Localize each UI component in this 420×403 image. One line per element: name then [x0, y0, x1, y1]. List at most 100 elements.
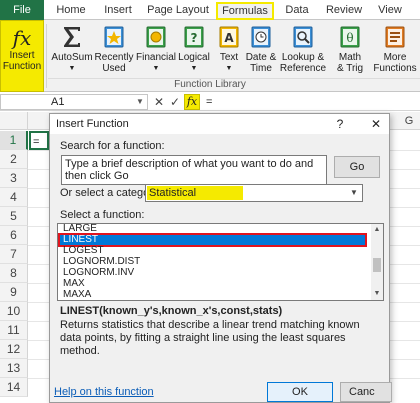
row-header[interactable]: 9: [0, 283, 28, 302]
text-book-icon: A: [219, 26, 239, 48]
chevron-down-icon[interactable]: ▼: [134, 96, 146, 108]
date-time-label-2: Time: [250, 63, 272, 74]
logical-label: Logical: [178, 52, 210, 63]
ribbon-separator: [46, 24, 47, 88]
tab-insert[interactable]: Insert: [98, 2, 138, 20]
list-item[interactable]: LOGNORM.DIST: [60, 257, 365, 267]
insert-function-label-1: Insert: [9, 50, 35, 61]
function-library-label: Function Library: [174, 79, 246, 90]
row-header[interactable]: 6: [0, 226, 28, 245]
row-header[interactable]: 14: [0, 378, 28, 397]
help-icon[interactable]: ?: [332, 114, 348, 134]
tab-data[interactable]: Data: [280, 2, 314, 20]
ribbon: fx Insert Function AutoSum ▼ Recently Us…: [0, 20, 420, 92]
svg-text:A: A: [224, 31, 234, 45]
list-item[interactable]: MAXA: [60, 290, 365, 300]
lookup-reference-button[interactable]: Lookup & Reference: [278, 20, 328, 92]
theta-book-icon: θ: [340, 26, 360, 48]
chevron-down-icon: ▼: [152, 65, 160, 72]
row-header[interactable]: 5: [0, 207, 28, 226]
tab-file[interactable]: File: [0, 0, 44, 20]
chevron-down-icon: ▼: [190, 65, 198, 72]
help-on-function-link[interactable]: Help on this function: [54, 386, 154, 398]
insert-function-label-2: Function: [2, 61, 42, 72]
row-header[interactable]: 10: [0, 302, 28, 321]
row-header[interactable]: 11: [0, 321, 28, 340]
list-scrollbar[interactable]: ▲ ▼: [371, 224, 383, 300]
category-selected-value: Statistical: [147, 186, 243, 200]
autosum-button[interactable]: AutoSum ▼: [50, 20, 94, 92]
svg-text:?: ?: [191, 31, 198, 45]
formula-bar: A1 ▼ ✕ ✓ fx =: [0, 93, 420, 111]
row-header[interactable]: 3: [0, 169, 28, 188]
insert-function-dialog: Insert Function ? ✕ Search for a functio…: [49, 113, 392, 403]
svg-text:θ: θ: [346, 31, 353, 45]
more-functions-label-2: Functions: [373, 63, 417, 74]
question-book-icon: ?: [184, 26, 204, 48]
row-header[interactable]: 12: [0, 340, 28, 359]
cancel-button[interactable]: Canc: [340, 382, 392, 402]
row-header[interactable]: 2: [0, 150, 28, 169]
formula-input[interactable]: =: [204, 94, 420, 110]
list-item[interactable]: LARGE: [60, 224, 365, 234]
select-all-corner[interactable]: [0, 112, 28, 130]
ribbon-tabs: File Home Insert Page Layout Formulas Da…: [0, 0, 420, 20]
row-header[interactable]: 4: [0, 188, 28, 207]
math-trig-label-1: Math: [338, 52, 362, 63]
scroll-up-icon[interactable]: ▲: [371, 224, 383, 236]
cancel-entry-button[interactable]: ✕: [152, 94, 166, 110]
go-button[interactable]: Go: [334, 156, 380, 178]
math-trig-button[interactable]: θ Math & Trig: [330, 20, 370, 92]
column-header-g[interactable]: G: [398, 112, 420, 130]
row-header[interactable]: 13: [0, 359, 28, 378]
list-item[interactable]: MAX: [60, 279, 365, 289]
chevron-down-icon: ▼: [225, 65, 233, 72]
date-time-label-1: Date &: [245, 52, 277, 63]
star-book-icon: [104, 26, 124, 48]
row-header[interactable]: 1: [0, 131, 28, 150]
sigma-icon: [64, 27, 80, 47]
scroll-down-icon[interactable]: ▼: [371, 288, 383, 300]
more-functions-button[interactable]: More Functions: [370, 20, 420, 92]
insert-function-button[interactable]: fx Insert Function: [0, 20, 44, 92]
function-description: Returns statistics that describe a linea…: [60, 319, 360, 357]
recently-used-label-2: Used: [102, 63, 126, 74]
tab-review[interactable]: Review: [322, 2, 366, 20]
active-cell-a1[interactable]: =: [29, 131, 49, 150]
function-list-label: Select a function:: [60, 209, 145, 221]
more-functions-book-icon: [385, 26, 405, 48]
enter-entry-button[interactable]: ✓: [168, 94, 182, 110]
tab-formulas[interactable]: Formulas: [216, 2, 274, 20]
function-list[interactable]: LARGE LINEST LOGEST LOGNORM.DIST LOGNORM…: [57, 223, 384, 301]
fx-icon: fx: [12, 26, 32, 50]
close-icon[interactable]: ✕: [368, 114, 384, 134]
function-signature: LINEST(known_y's,known_x's,const,stats): [60, 305, 283, 317]
list-item[interactable]: LOGNORM.INV: [60, 268, 365, 278]
clock-book-icon: [251, 26, 271, 48]
list-item[interactable]: LOGEST: [60, 246, 365, 256]
tab-home[interactable]: Home: [52, 2, 90, 20]
more-functions-label-1: More: [383, 52, 407, 63]
chevron-down-icon[interactable]: ▼: [347, 186, 361, 200]
row-header[interactable]: 7: [0, 245, 28, 264]
search-label: Search for a function:: [60, 140, 165, 152]
function-search-input[interactable]: Type a brief description of what you wan…: [61, 155, 327, 185]
insert-function-fx-button[interactable]: fx: [184, 94, 200, 110]
tab-view[interactable]: View: [372, 2, 408, 20]
name-box[interactable]: A1: [0, 94, 148, 110]
ok-button[interactable]: OK: [267, 382, 333, 402]
category-select[interactable]: Statistical ▼: [145, 184, 363, 202]
lookup-label-2: Reference: [279, 63, 327, 74]
math-trig-label-2: & Trig: [336, 63, 364, 74]
lookup-label-1: Lookup &: [281, 52, 325, 63]
financial-book-icon: [146, 26, 166, 48]
tab-page-layout[interactable]: Page Layout: [146, 2, 210, 20]
financial-label: Financial: [136, 52, 177, 63]
scroll-thumb[interactable]: [373, 258, 381, 272]
recently-used-button[interactable]: Recently Used: [94, 20, 134, 92]
autosum-label: AutoSum: [51, 52, 93, 63]
list-item-selected[interactable]: LINEST: [58, 233, 367, 247]
recently-used-label-1: Recently: [94, 52, 134, 63]
magnifier-book-icon: [293, 26, 313, 48]
row-header[interactable]: 8: [0, 264, 28, 283]
